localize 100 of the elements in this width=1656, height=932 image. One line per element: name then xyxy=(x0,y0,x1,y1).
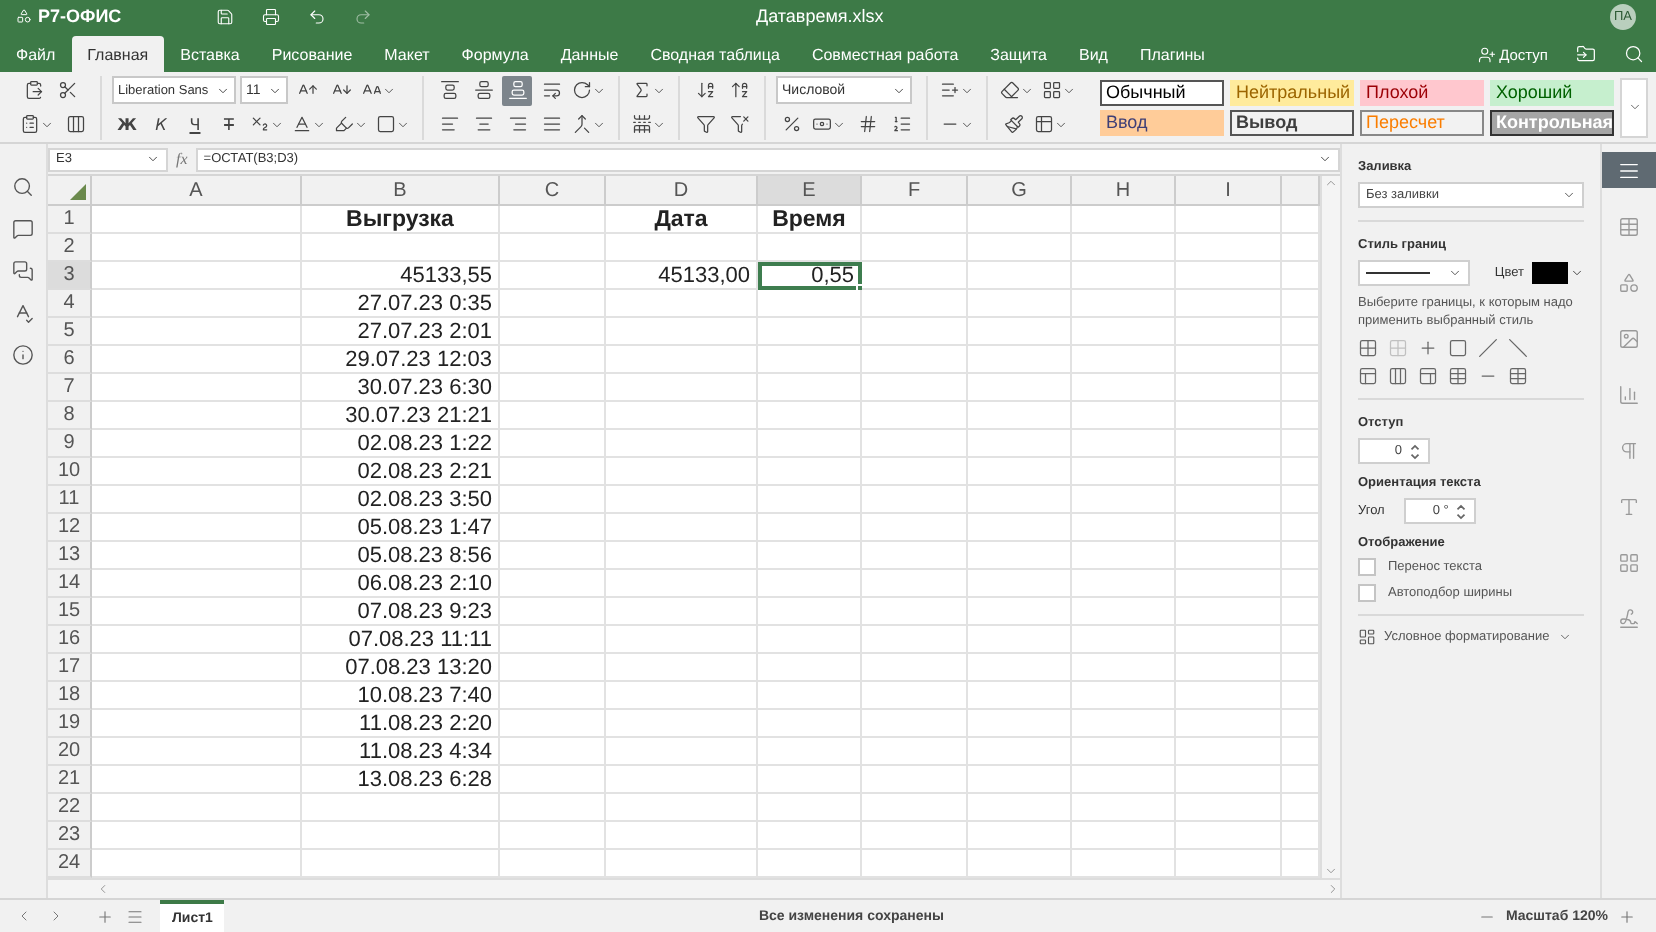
table-icon xyxy=(1618,215,1640,237)
cell-style[interactable]: Плохой xyxy=(1360,79,1484,105)
table-cell xyxy=(1176,290,1282,318)
cell-style[interactable]: Нейтральный xyxy=(1230,79,1354,105)
table-cell xyxy=(758,234,862,262)
row-header[interactable]: 18 xyxy=(48,682,92,710)
table-cell xyxy=(968,654,1072,682)
align-bottom-button[interactable] xyxy=(502,75,532,105)
menu-tab[interactable]: Файл xyxy=(0,36,72,72)
menu-tab[interactable]: Макет xyxy=(368,36,446,72)
row-header[interactable]: 1 xyxy=(48,206,92,234)
row-header[interactable]: 2 xyxy=(48,234,92,262)
left-border-icon xyxy=(1358,366,1378,386)
row-header[interactable]: 11 xyxy=(48,486,92,514)
row-header[interactable]: 16 xyxy=(48,626,92,654)
menu-tab[interactable]: Данные xyxy=(544,36,635,72)
insert-function-button[interactable] xyxy=(630,109,668,139)
row-header[interactable]: 15 xyxy=(48,598,92,626)
font-decrease-icon xyxy=(331,80,351,100)
column-header[interactable]: F xyxy=(862,176,968,206)
row-header[interactable]: 10 xyxy=(48,458,92,486)
menu-tab[interactable]: Сводная таблица xyxy=(634,36,796,72)
row-header[interactable]: 4 xyxy=(48,290,92,318)
cell-style[interactable]: Хороший xyxy=(1490,79,1614,105)
checkbox[interactable] xyxy=(1358,558,1376,576)
row-header[interactable]: 13 xyxy=(48,542,92,570)
table-cell: 0,55 xyxy=(758,262,862,290)
menu-tab[interactable]: Плагины xyxy=(1123,36,1221,72)
checkbox[interactable] xyxy=(1358,584,1376,602)
paste-special-button[interactable] xyxy=(18,109,56,139)
table-cell xyxy=(1176,402,1282,430)
select-all-icon[interactable] xyxy=(70,184,86,200)
table-cell xyxy=(1072,710,1176,738)
row-header[interactable]: 17 xyxy=(48,654,92,682)
cell-style[interactable]: Вывод xyxy=(1230,109,1354,135)
column-header[interactable]: E xyxy=(758,176,862,206)
signature-icon xyxy=(1618,607,1640,629)
row-header[interactable]: 22 xyxy=(48,794,92,822)
table-cell xyxy=(862,402,968,430)
sheet-list-icon xyxy=(126,907,144,925)
row-header[interactable]: 6 xyxy=(48,346,92,374)
table-cell xyxy=(500,598,606,626)
format-letter-button[interactable]: К xyxy=(146,109,176,139)
column-header[interactable]: B xyxy=(302,176,500,206)
format-letter-button[interactable]: Ч xyxy=(180,109,210,139)
caret-icon xyxy=(1627,100,1641,114)
row-header[interactable]: 21 xyxy=(48,766,92,794)
menu-tab[interactable]: Совместная работа xyxy=(795,36,975,72)
table-cell xyxy=(1072,346,1176,374)
row-header[interactable]: 12 xyxy=(48,514,92,542)
row-header[interactable]: 24 xyxy=(48,850,92,878)
row-header[interactable]: 3 xyxy=(48,262,92,290)
row-header[interactable]: 8 xyxy=(48,402,92,430)
row-header[interactable]: 23 xyxy=(48,822,92,850)
border-color-picker[interactable] xyxy=(1532,262,1584,284)
format-letter-button[interactable]: Ж xyxy=(112,109,142,139)
column-header[interactable]: I xyxy=(1176,176,1282,206)
redo-icon xyxy=(354,7,372,25)
percent-icon xyxy=(781,114,801,134)
table-cell xyxy=(500,262,606,290)
cell-style[interactable]: Ввод xyxy=(1100,109,1224,135)
table-cell xyxy=(758,710,862,738)
row-header[interactable]: 19 xyxy=(48,710,92,738)
column-header[interactable]: A xyxy=(92,176,302,206)
menu-tab[interactable]: Вставка xyxy=(164,36,256,72)
select-all-button[interactable] xyxy=(48,176,92,206)
column-header[interactable]: G xyxy=(968,176,1072,206)
line-style-select[interactable] xyxy=(1358,260,1470,286)
row-header[interactable]: 9 xyxy=(48,430,92,458)
table-cell xyxy=(968,766,1072,794)
cell-style[interactable]: Обычный xyxy=(1100,79,1224,105)
table-cell: 05.08.23 8:56 xyxy=(302,542,500,570)
function-label[interactable]: fx xyxy=(168,150,196,168)
menu-tab[interactable]: Вид xyxy=(1063,36,1124,72)
row-header[interactable]: 5 xyxy=(48,318,92,346)
format-letter-button[interactable]: Т xyxy=(214,109,244,139)
cell-settings-tab[interactable] xyxy=(1601,152,1656,188)
column-header[interactable]: H xyxy=(1072,176,1176,206)
menu-tab[interactable]: Формула xyxy=(445,36,545,72)
row-header[interactable]: 20 xyxy=(48,738,92,766)
column-header[interactable]: D xyxy=(606,176,758,206)
table-cell xyxy=(758,374,862,402)
scissors-icon xyxy=(57,80,77,100)
row-header[interactable]: 14 xyxy=(48,570,92,598)
table-cell xyxy=(1176,262,1282,290)
table-cell xyxy=(500,654,606,682)
zoom-in-icon xyxy=(1618,907,1636,925)
menu-tab[interactable]: Главная xyxy=(71,36,165,72)
insert-cells-icon xyxy=(940,80,960,100)
eraser-icon xyxy=(1000,80,1020,100)
table-cell xyxy=(500,682,606,710)
table-cell xyxy=(1072,374,1176,402)
menu-tab[interactable]: Рисование xyxy=(255,36,369,72)
menu-tab[interactable]: Защита xyxy=(974,36,1063,72)
caret-icon xyxy=(960,83,974,97)
merge-button[interactable] xyxy=(570,109,608,139)
column-header[interactable]: C xyxy=(500,176,606,206)
row-header[interactable]: 7 xyxy=(48,374,92,402)
table-cell xyxy=(968,794,1072,822)
fill-handle[interactable] xyxy=(856,284,864,292)
